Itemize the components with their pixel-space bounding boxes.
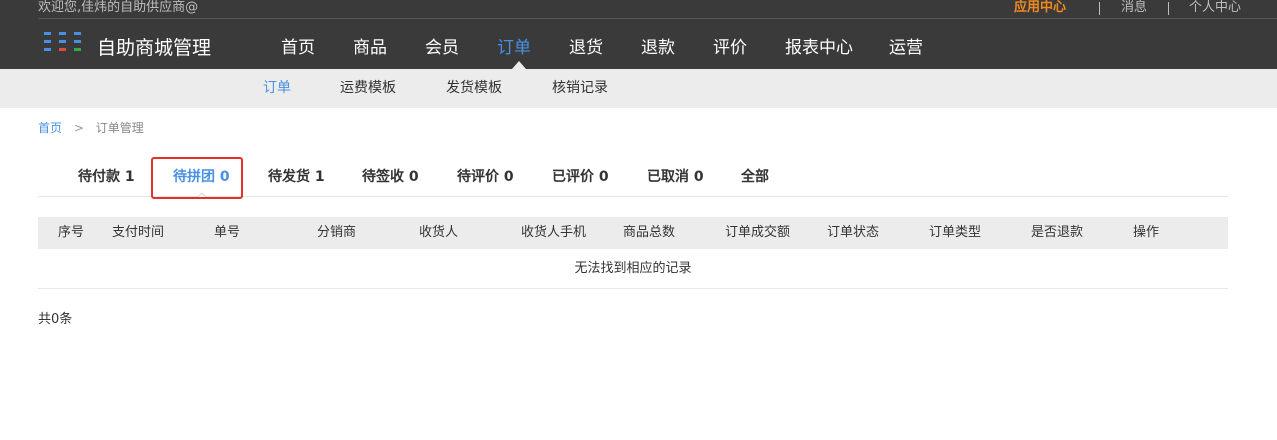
breadcrumb: 首页 > 订单管理	[38, 121, 144, 136]
nav-item-orders[interactable]: 订单	[497, 36, 569, 69]
tab-pending-review[interactable]: 待评价 0	[457, 168, 514, 186]
empty-records-message: 无法找到相应的记录	[38, 249, 1228, 289]
tab-cancelled[interactable]: 已取消 0	[647, 168, 704, 186]
breadcrumb-home-link[interactable]: 首页	[38, 121, 62, 135]
nav-item-operations[interactable]: 运营	[889, 36, 961, 60]
tab-pending-shipment[interactable]: 待发货 1	[268, 168, 325, 186]
main-nav: 首页 商品 会员 订单 退货 退款 评价 报表中心 运营	[281, 36, 961, 69]
nav-item-reviews[interactable]: 评价	[713, 36, 785, 60]
column-header: 订单类型	[929, 225, 982, 240]
nav-item-reports[interactable]: 报表中心	[785, 36, 889, 60]
subnav-item-orders[interactable]: 订单	[263, 80, 291, 97]
app-center-link[interactable]: 应用中心	[1003, 0, 1077, 16]
divider	[1099, 1, 1100, 15]
subnav-item-delivery-template[interactable]: 发货模板	[446, 80, 502, 97]
active-caret-icon	[512, 61, 526, 69]
column-header: 订单状态	[827, 225, 880, 240]
logo-icon	[44, 32, 84, 52]
logo-icon-bar	[44, 32, 51, 35]
column-header: 是否退款	[1031, 225, 1084, 240]
nav-item-members[interactable]: 会员	[425, 36, 497, 60]
total-count: 共0条	[38, 312, 73, 327]
nav-item-refunds[interactable]: 退款	[641, 36, 713, 60]
top-links: 应用中心 消息 个人中心	[1003, 0, 1277, 16]
tab-reviewed[interactable]: 已评价 0	[552, 168, 609, 186]
messages-link[interactable]: 消息	[1120, 0, 1148, 16]
logo-icon-bar	[74, 48, 81, 51]
logo-icon-bar	[74, 32, 81, 35]
orders-table: 序号 支付时间 单号 分销商 收货人 收货人手机 商品总数 订单成交额 订单状态…	[38, 217, 1228, 289]
top-header: 欢迎您,佳炜的自助供应商@ 应用中心 消息 个人中心 自助商城管理 首页 商品 …	[0, 0, 1277, 69]
nav-item-home[interactable]: 首页	[281, 36, 353, 60]
nav-item-orders-label: 订单	[497, 38, 531, 58]
breadcrumb-separator: >	[73, 121, 84, 135]
column-header: 单号	[214, 225, 241, 240]
welcome-text: 欢迎您,佳炜的自助供应商@	[38, 0, 199, 15]
subnav-item-verification-records[interactable]: 核销记录	[552, 80, 608, 97]
logo-icon-bar	[59, 40, 66, 43]
column-header: 收货人	[419, 225, 459, 240]
column-header: 支付时间	[112, 225, 165, 240]
subnav-item-shipping-fee-template[interactable]: 运费模板	[340, 80, 396, 97]
logo-icon-bar	[44, 40, 51, 43]
column-header: 操作	[1133, 225, 1160, 240]
tab-pending-payment[interactable]: 待付款 1	[78, 168, 135, 186]
logo-icon-bar	[44, 48, 51, 51]
logo-icon-bar	[59, 32, 66, 35]
column-header: 分销商	[317, 225, 357, 240]
column-header: 序号	[58, 225, 85, 240]
column-header: 商品总数	[623, 225, 676, 240]
tab-all[interactable]: 全部	[741, 168, 769, 186]
divider	[1168, 1, 1169, 15]
tab-pending-receipt[interactable]: 待签收 0	[362, 168, 419, 186]
highlight-annotation-box	[151, 157, 243, 199]
logo-icon-bar	[74, 40, 81, 43]
personal-center-link[interactable]: 个人中心	[1189, 0, 1267, 16]
sub-nav: 订单 运费模板 发货模板 核销记录	[0, 69, 1277, 108]
column-header: 订单成交额	[725, 225, 791, 240]
header-divider	[38, 18, 1277, 19]
column-header: 收货人手机	[521, 225, 587, 240]
logo-icon-bar	[59, 48, 66, 51]
nav-item-products[interactable]: 商品	[353, 36, 425, 60]
breadcrumb-current: 订单管理	[95, 121, 144, 135]
brand-title: 自助商城管理	[97, 37, 212, 59]
nav-item-returns[interactable]: 退货	[569, 36, 641, 60]
table-header: 序号 支付时间 单号 分销商 收货人 收货人手机 商品总数 订单成交额 订单状态…	[38, 217, 1228, 249]
